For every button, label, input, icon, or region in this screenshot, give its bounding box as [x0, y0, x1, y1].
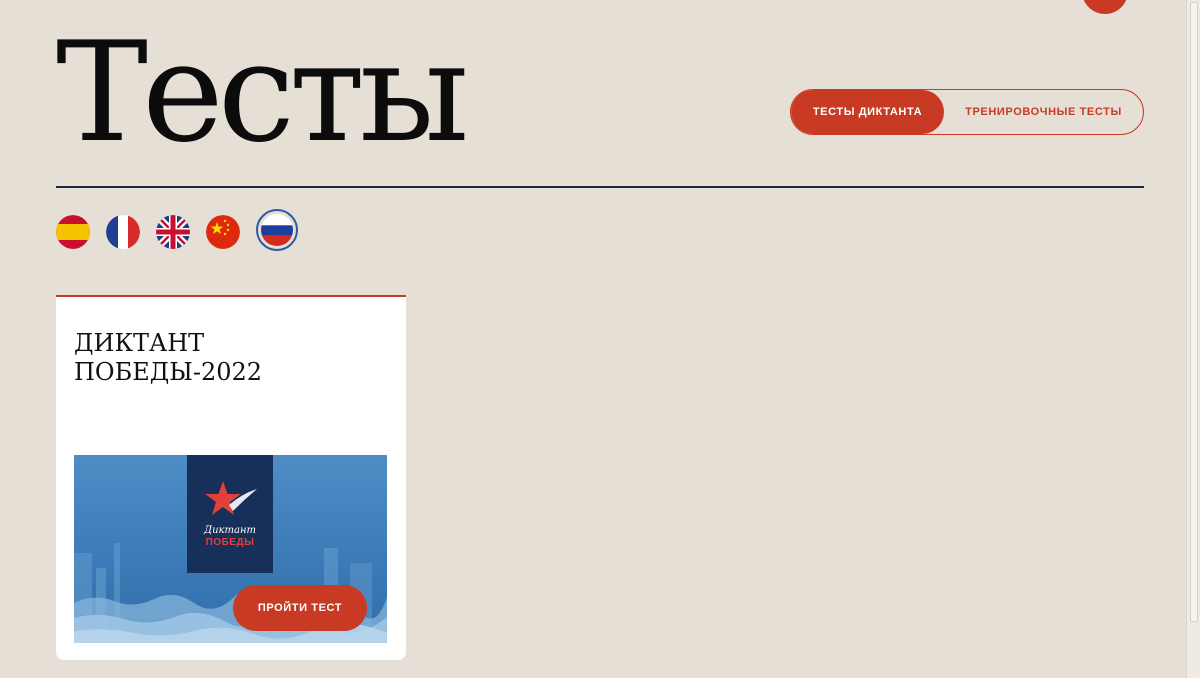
tab-practice-tests[interactable]: Тренировочные тесты — [944, 90, 1143, 134]
logo-line2: ПОБЕДЫ — [205, 537, 255, 548]
top-menu-button[interactable] — [1082, 0, 1128, 14]
take-test-button[interactable]: Пройти тест — [233, 585, 367, 631]
spain-flag-icon[interactable] — [56, 215, 90, 249]
dictation-logo: Диктант ПОБЕДЫ — [187, 455, 273, 573]
star-icon — [205, 481, 257, 515]
scrollbar-thumb[interactable] — [1190, 2, 1198, 622]
language-selector — [56, 209, 298, 251]
tab-dictation-tests[interactable]: Тесты диктанта — [791, 90, 944, 134]
scrollbar[interactable] — [1186, 0, 1200, 678]
uk-flag-icon[interactable] — [156, 215, 190, 249]
tabs: Тесты диктанта Тренировочные тесты — [790, 89, 1144, 135]
page-title: Тесты — [56, 12, 469, 173]
france-flag-icon[interactable] — [106, 215, 140, 249]
logo-line1: Диктант — [203, 525, 257, 536]
card-image: Диктант ПОБЕДЫ Пройти тест — [74, 455, 387, 643]
russia-flag-icon[interactable] — [256, 209, 298, 251]
test-card: Диктант Победы-2022 Диктант ПОБЕДЫ Пройт… — [56, 295, 406, 660]
china-flag-icon[interactable] — [206, 215, 240, 249]
card-title: Диктант Победы-2022 — [74, 329, 263, 386]
divider — [56, 186, 1144, 188]
